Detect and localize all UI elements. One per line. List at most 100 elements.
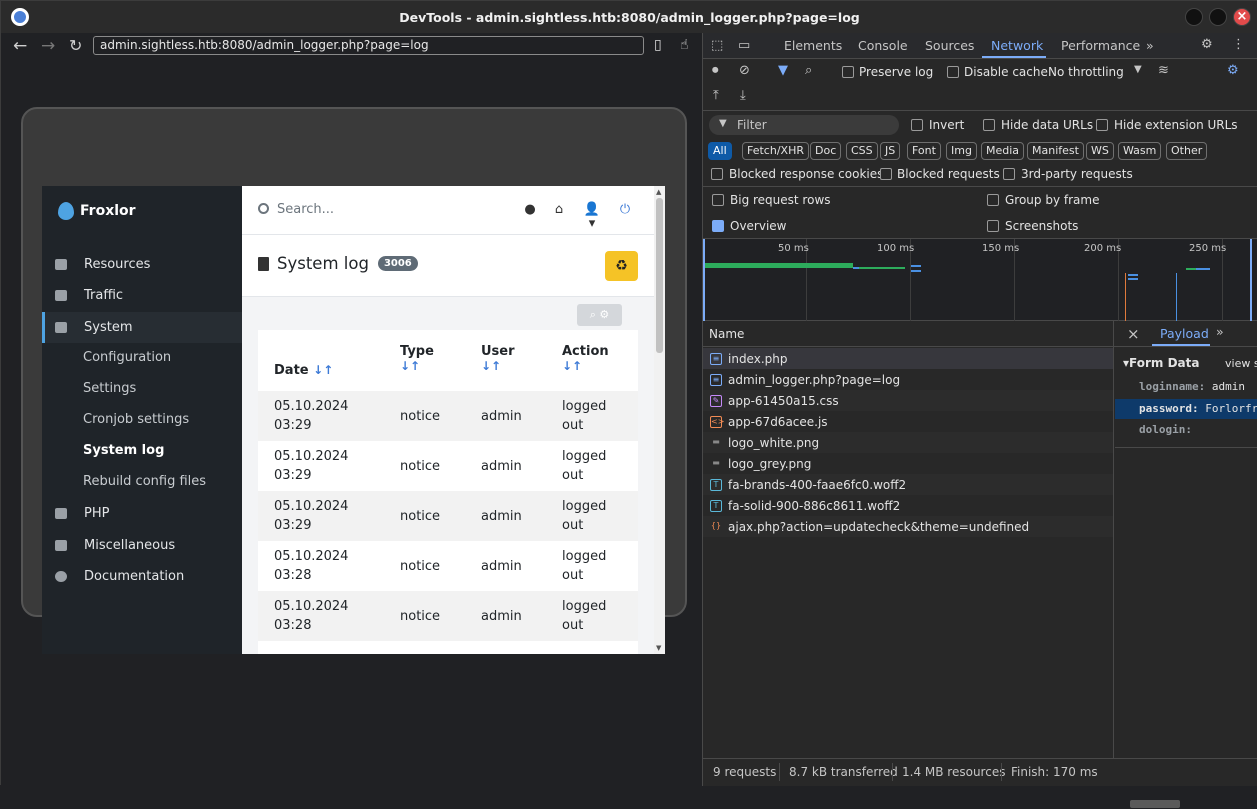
table-tools[interactable]: ⌕ ⚙ [577, 304, 622, 326]
chip-media[interactable]: Media [981, 142, 1025, 160]
subnav-system-log[interactable]: System log [83, 443, 164, 458]
timeline-left-handle[interactable] [703, 239, 706, 321]
tab-console[interactable]: Console [858, 38, 908, 53]
more-tabs-icon[interactable]: » [1216, 324, 1224, 339]
sort-arrows-icon[interactable]: ↓↑ [313, 363, 333, 377]
third-party-checkbox[interactable] [1003, 168, 1015, 180]
reload-icon[interactable]: ↻ [69, 36, 82, 55]
screenshots-checkbox[interactable] [987, 220, 999, 232]
chip-other[interactable]: Other [1166, 142, 1208, 160]
maximize-button[interactable] [1209, 8, 1227, 26]
page-scrollbar[interactable]: ▲ ▼ [654, 186, 665, 654]
settings-gear-icon[interactable]: ⚙ [1201, 37, 1213, 52]
home-icon[interactable]: ⌂ [552, 203, 566, 217]
device-toolbar-icon[interactable]: ▭ [738, 38, 750, 53]
network-overview-timeline[interactable]: 50 ms 100 ms 150 ms 200 ms 250 ms [703, 239, 1257, 321]
subnav-cronjob-settings[interactable]: Cronjob settings [83, 412, 189, 427]
touch-emulation-icon[interactable]: ☝ [680, 37, 696, 55]
sidebar-item-miscellaneous[interactable]: Miscellaneous [42, 530, 242, 561]
export-har-icon[interactable]: ⤓ [740, 88, 746, 103]
tab-sources[interactable]: Sources [925, 38, 974, 53]
blocked-cookies-checkbox[interactable] [711, 168, 723, 180]
forward-arrow-icon[interactable]: → [41, 36, 55, 56]
sidebar-item-documentation[interactable]: Documentation [42, 561, 242, 592]
close-window-button[interactable]: × [1233, 8, 1251, 26]
tab-elements[interactable]: Elements [784, 38, 842, 53]
chip-js[interactable]: JS [880, 142, 901, 160]
sidebar-item-system[interactable]: System [42, 312, 242, 343]
overview-checkbox[interactable] [712, 220, 724, 232]
horizontal-scrollbar[interactable] [1118, 799, 1256, 809]
col-type[interactable]: Type ↓↑ [400, 344, 434, 374]
subnav-configuration[interactable]: Configuration [83, 350, 171, 365]
truncate-log-button[interactable]: ♻ [605, 251, 638, 281]
filter-icon[interactable]: ▼ [778, 63, 788, 78]
sort-arrows-icon[interactable]: ↓↑ [400, 359, 420, 373]
chip-doc[interactable]: Doc [810, 142, 842, 160]
chip-all[interactable]: All [708, 142, 732, 160]
col-user[interactable]: User ↓↑ [481, 344, 515, 374]
minimize-button[interactable] [1185, 8, 1203, 26]
tab-network[interactable]: Network [991, 38, 1043, 53]
import-har-icon[interactable]: ⤒ [713, 88, 719, 103]
tab-performance[interactable]: Performance [1061, 38, 1140, 53]
subnav-settings[interactable]: Settings [83, 381, 136, 396]
sidebar-item-resources[interactable]: Resources [42, 249, 242, 280]
user-menu-icon[interactable]: 👤▾ [581, 203, 603, 231]
request-row[interactable]: ▬ logo_grey.png [703, 453, 1113, 474]
request-row[interactable]: <> app-67d6acee.js [703, 411, 1113, 432]
col-action[interactable]: Action ↓↑ [562, 344, 609, 374]
hide-data-urls-checkbox[interactable] [983, 119, 995, 131]
sort-arrows-icon[interactable]: ↓↑ [481, 359, 501, 373]
chip-css[interactable]: CSS [846, 142, 878, 160]
chip-ws[interactable]: WS [1086, 142, 1114, 160]
request-row[interactable]: ≡ admin_logger.php?page=log [703, 369, 1113, 390]
big-rows-checkbox[interactable] [712, 194, 724, 206]
throttling-select[interactable]: No throttling [1048, 65, 1124, 79]
blocked-requests-checkbox[interactable] [880, 168, 892, 180]
request-row[interactable]: ▬ logo_white.png [703, 432, 1113, 453]
view-source-link[interactable]: view s [1225, 357, 1257, 370]
request-row[interactable]: ✎ app-61450a15.css [703, 390, 1113, 411]
logout-power-icon[interactable]: ⏻ [618, 203, 632, 217]
more-options-icon[interactable]: ⋮ [1232, 37, 1245, 52]
chip-fetch-xhr[interactable]: Fetch/XHR [742, 142, 809, 160]
close-icon[interactable]: × [1127, 325, 1140, 343]
sort-arrows-icon[interactable]: ↓↑ [562, 359, 582, 373]
chevron-down-icon[interactable]: ▼ [1134, 64, 1142, 75]
search-icon[interactable]: ⌕ [590, 308, 596, 321]
alert-icon[interactable]: ● [523, 203, 537, 217]
request-row[interactable]: Tfa-solid-900-886c8611.woff2 [703, 495, 1113, 516]
scroll-up-icon[interactable]: ▲ [656, 188, 661, 196]
inspect-element-icon[interactable]: ⬚ [711, 38, 723, 53]
mouse-emulation-icon[interactable]: ▯ [654, 37, 670, 55]
search-icon[interactable]: ⌕ [805, 63, 812, 78]
froxlor-logo[interactable]: Froxlor [58, 202, 136, 220]
hide-extension-urls-checkbox[interactable] [1096, 119, 1108, 131]
tab-payload[interactable]: Payload [1160, 326, 1209, 341]
network-settings-gear-icon[interactable]: ⚙ [1227, 63, 1239, 78]
col-date[interactable]: Date ↓↑ [274, 363, 333, 378]
chip-manifest[interactable]: Manifest [1027, 142, 1084, 160]
sidebar-item-traffic[interactable]: Traffic [42, 280, 242, 311]
chip-font[interactable]: Font [907, 142, 941, 160]
timeline-right-handle[interactable] [1249, 239, 1252, 321]
scrollbar-thumb[interactable] [656, 198, 663, 353]
filter-input[interactable]: Filter [709, 115, 899, 135]
chip-wasm[interactable]: Wasm [1118, 142, 1162, 160]
scrollbar-thumb[interactable] [1130, 800, 1180, 808]
disable-cache-checkbox[interactable] [947, 66, 959, 78]
request-row[interactable]: ≡ index.php [703, 348, 1113, 369]
more-tabs-icon[interactable]: » [1146, 38, 1154, 53]
network-conditions-icon[interactable]: ≋ [1158, 63, 1169, 78]
gear-icon[interactable]: ⚙ [599, 308, 609, 321]
group-by-frame-checkbox[interactable] [987, 194, 999, 206]
chip-img[interactable]: Img [946, 142, 977, 160]
subnav-rebuild-config[interactable]: Rebuild config files [83, 474, 206, 489]
record-icon[interactable]: ⏺ [712, 63, 719, 78]
name-column-header[interactable]: Name [709, 327, 744, 341]
invert-checkbox[interactable] [911, 119, 923, 131]
request-row[interactable]: {} ajax.php?action=updatecheck&theme=unde… [703, 516, 1113, 537]
address-bar[interactable]: admin.sightless.htb:8080/admin_logger.ph… [93, 36, 644, 55]
form-data-section[interactable]: ▾Form Data [1123, 356, 1199, 370]
